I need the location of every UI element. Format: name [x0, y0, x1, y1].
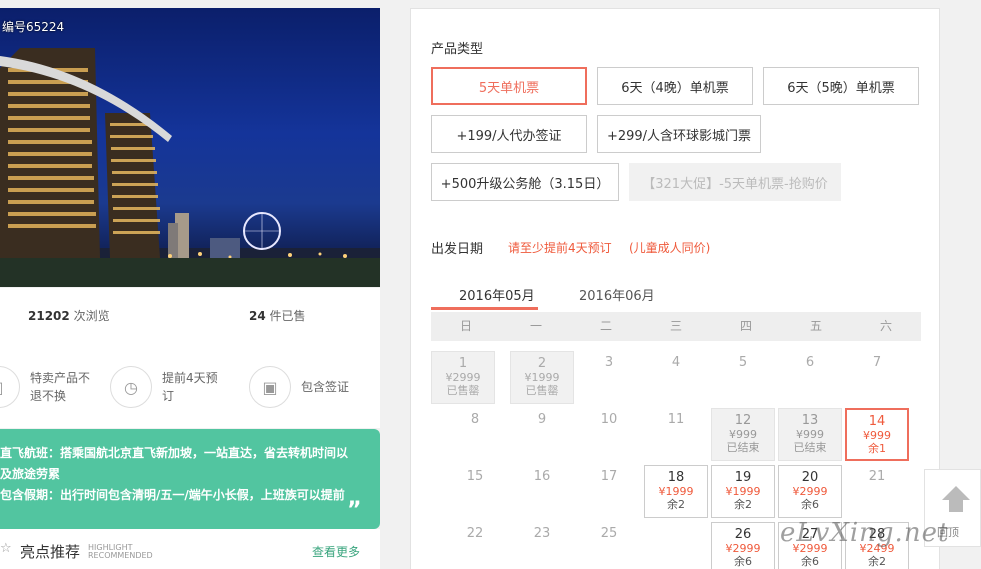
arrow-up-icon: [942, 486, 970, 500]
date-cell: 4: [671, 355, 681, 370]
views-count: 21202 次浏览: [28, 309, 110, 323]
date-cell-selected[interactable]: 14 ¥999 余1: [845, 408, 909, 461]
site-watermark: eLvXing.net: [780, 518, 950, 548]
date-cell: 10: [600, 412, 618, 427]
arrow-up-stem: [949, 500, 963, 512]
highlight-section: ☆ 亮点推荐 HIGHLIGHT RECOMMENDED 查看更多: [0, 529, 380, 569]
product-type-title: 产品类型: [431, 42, 484, 57]
option-321-promo: 【321大促】-5天单机票-抢购价: [629, 163, 841, 201]
view-more-link[interactable]: 查看更多: [312, 543, 360, 560]
feature-list: ▯ 特卖产品不退不换 ◷ 提前4天预订 ▣ 包含签证: [0, 338, 380, 428]
product-stats: 21202 次浏览 24 件已售: [0, 288, 380, 338]
notice-line: 包含假期：出行时间包含清明/五一/端午小长假，上班族可以提前: [0, 488, 345, 502]
weekday-fri: 五: [809, 319, 822, 333]
option-6day-5night[interactable]: 6天（5晚）单机票: [763, 67, 919, 105]
date-cell: 13 ¥999 已结束: [778, 408, 842, 461]
option-5day-flight[interactable]: 5天单机票: [431, 67, 587, 105]
highlight-subtitle: HIGHLIGHT RECOMMENDED: [88, 543, 153, 560]
date-cell: 3: [604, 355, 614, 370]
date-cell: 22: [466, 526, 484, 541]
date-cell: 8: [470, 412, 480, 427]
date-cell: 25: [600, 526, 618, 541]
star-icon: ☆: [0, 541, 12, 556]
option-business-upgrade[interactable]: +500升级公务舱（3.15日）: [431, 163, 619, 201]
shield-icon: ▯: [0, 366, 20, 408]
booking-panel: 产品类型 5天单机票 6天（4晚）单机票 6天（5晚）单机票 +199/人代办签…: [410, 8, 940, 569]
child-price-note: (儿童成人同价): [629, 241, 711, 255]
weekday-sun: 日: [459, 319, 472, 333]
option-universal-studios[interactable]: +299/人含环球影城门票: [597, 115, 761, 153]
weekday-sat: 六: [879, 319, 892, 333]
notice-line: 及旅途劳累: [0, 467, 61, 481]
highlight-notice: 直飞航班：搭乘国航北京直飞新加坡，一站直达，省去转机时间以 及旅途劳累 包含假期…: [0, 429, 380, 539]
advance-booking-note: 请至少提前4天预订: [508, 241, 612, 255]
clock-icon: ◷: [110, 366, 152, 408]
option-visa-service[interactable]: +199/人代办签证: [431, 115, 587, 153]
active-tab-underline: [431, 307, 538, 310]
date-cell-available[interactable]: 19 ¥1999 余2: [711, 465, 775, 518]
sold-count: 24 件已售: [249, 309, 306, 323]
feature-visa-included: ▣ 包含签证: [249, 366, 349, 408]
date-cell-available[interactable]: 20 ¥2999 余6: [778, 465, 842, 518]
date-cell-available[interactable]: 26 ¥2999 余6: [711, 522, 775, 569]
tab-june-2016[interactable]: 2016年06月: [579, 285, 655, 304]
date-cell: 16: [533, 469, 551, 484]
date-cell: 15: [466, 469, 484, 484]
date-cell-available[interactable]: 18 ¥1999 余2: [644, 465, 708, 518]
weekday-tue: 二: [599, 319, 612, 333]
date-cell: 12 ¥999 已结束: [711, 408, 775, 461]
weekday-thu: 四: [739, 319, 752, 333]
date-cell: 21: [868, 469, 886, 484]
marina-bay-illustration: [0, 48, 380, 287]
date-cell: 2 ¥1999 已售罄: [510, 351, 574, 404]
tab-may-2016[interactable]: 2016年05月: [459, 285, 535, 304]
date-cell: 17: [600, 469, 618, 484]
product-photo: 编号65224: [0, 8, 380, 287]
feature-advance-booking: ◷ 提前4天预订: [110, 366, 218, 408]
quote-icon: „: [347, 486, 362, 511]
passport-icon: ▣: [249, 366, 291, 408]
date-cell: 5: [738, 355, 748, 370]
option-6day-4night[interactable]: 6天（4晚）单机票: [597, 67, 753, 105]
notice-line: 直飞航班：搭乘国航北京直飞新加坡，一站直达，省去转机时间以: [0, 446, 349, 460]
weekday-mon: 一: [529, 319, 542, 333]
weekday-wed: 三: [669, 319, 682, 333]
date-cell: 1 ¥2999 已售罄: [431, 351, 495, 404]
date-cell: 7: [872, 355, 882, 370]
date-cell: 6: [805, 355, 815, 370]
date-cell: 11: [667, 412, 685, 427]
highlight-title: 亮点推荐: [20, 543, 81, 561]
product-code: 编号65224: [2, 20, 65, 34]
date-cell: 23: [533, 526, 551, 541]
calendar: 日 一 二 三 四 五 六 1 ¥2999 已售罄 2 ¥1999 已售罄 3 4 5 …: [431, 312, 921, 569]
feature-no-refund: ▯ 特卖产品不退不换: [0, 366, 90, 408]
departure-date-title: 出发日期: [431, 242, 484, 257]
weekday-header: 日 一 二 三 四 五 六: [431, 312, 921, 341]
date-cell: 9: [537, 412, 547, 427]
